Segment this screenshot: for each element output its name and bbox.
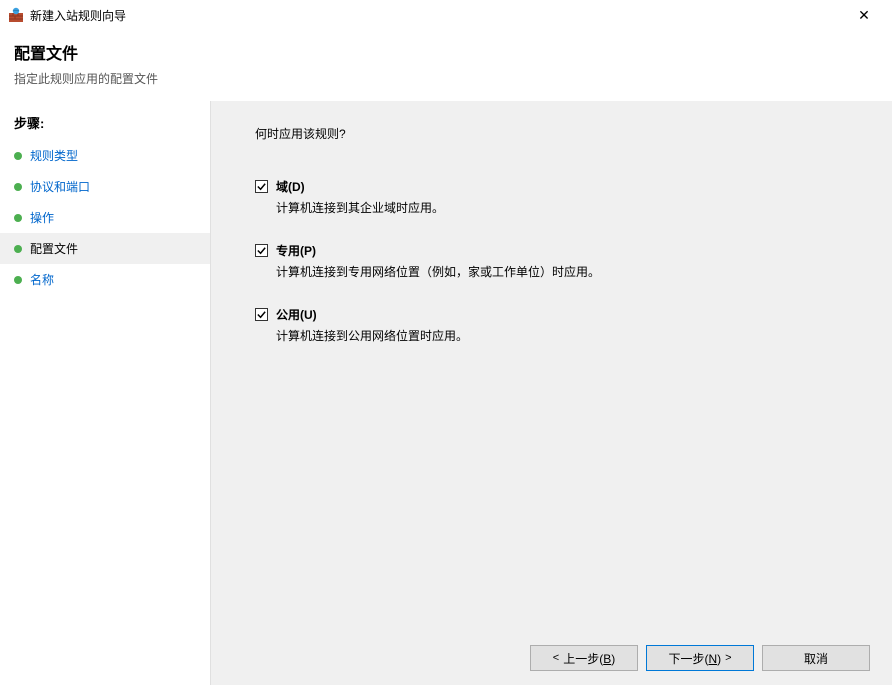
profile-public: 公用(U) 计算机连接到公用网络位置时应用。 (255, 306, 864, 344)
steps-sidebar: 步骤: 规则类型 协议和端口 操作 配置文件 名称 (0, 101, 210, 685)
step-label: 名称 (30, 271, 54, 288)
steps-heading: 步骤: (0, 109, 210, 140)
checkbox-public[interactable] (255, 308, 268, 321)
profile-private-label: 专用(P) (276, 242, 316, 259)
bullet-icon (14, 245, 22, 253)
next-button[interactable]: 下一步(N) > (646, 645, 754, 671)
profile-domain: 域(D) 计算机连接到其企业域时应用。 (255, 178, 864, 216)
bullet-icon (14, 276, 22, 284)
main-panel: 何时应用该规则? 域(D) 计算机连接到其企业域时应用。 专用(P) 计算机连接… (210, 101, 892, 685)
steps-list: 规则类型 协议和端口 操作 配置文件 名称 (0, 140, 210, 295)
step-label: 操作 (30, 209, 54, 226)
step-profile[interactable]: 配置文件 (0, 233, 210, 264)
step-rule-type[interactable]: 规则类型 (0, 140, 210, 171)
next-button-label: 下一步(N) (668, 650, 721, 667)
back-button[interactable]: < 上一步(B) (530, 645, 638, 671)
profile-public-desc: 计算机连接到公用网络位置时应用。 (276, 327, 864, 344)
bullet-icon (14, 152, 22, 160)
step-label: 协议和端口 (30, 178, 90, 195)
bullet-icon (14, 183, 22, 191)
page-subtitle: 指定此规则应用的配置文件 (14, 70, 878, 87)
close-button[interactable]: ✕ (844, 1, 884, 29)
step-action[interactable]: 操作 (0, 202, 210, 233)
profile-private: 专用(P) 计算机连接到专用网络位置（例如，家或工作单位）时应用。 (255, 242, 864, 280)
window-title: 新建入站规则向导 (30, 7, 844, 24)
profile-public-label: 公用(U) (276, 306, 317, 323)
step-label: 规则类型 (30, 147, 78, 164)
titlebar: 新建入站规则向导 ✕ (0, 0, 892, 30)
chevron-right-icon: > (725, 652, 731, 664)
wizard-footer: < 上一步(B) 下一步(N) > 取消 (530, 645, 870, 671)
firewall-icon (8, 7, 24, 23)
step-label: 配置文件 (30, 240, 78, 257)
profile-domain-label: 域(D) (276, 178, 305, 195)
chevron-left-icon: < (553, 652, 559, 664)
wizard-header: 配置文件 指定此规则应用的配置文件 (0, 30, 892, 101)
cancel-button[interactable]: 取消 (762, 645, 870, 671)
prompt-text: 何时应用该规则? (255, 125, 864, 142)
back-button-label: 上一步(B) (563, 650, 615, 667)
step-protocol-ports[interactable]: 协议和端口 (0, 171, 210, 202)
step-name[interactable]: 名称 (0, 264, 210, 295)
checkbox-domain[interactable] (255, 180, 268, 193)
checkbox-private[interactable] (255, 244, 268, 257)
wizard-body: 步骤: 规则类型 协议和端口 操作 配置文件 名称 (0, 101, 892, 685)
bullet-icon (14, 214, 22, 222)
profile-domain-desc: 计算机连接到其企业域时应用。 (276, 199, 864, 216)
page-title: 配置文件 (14, 40, 878, 64)
profile-private-desc: 计算机连接到专用网络位置（例如，家或工作单位）时应用。 (276, 263, 864, 280)
